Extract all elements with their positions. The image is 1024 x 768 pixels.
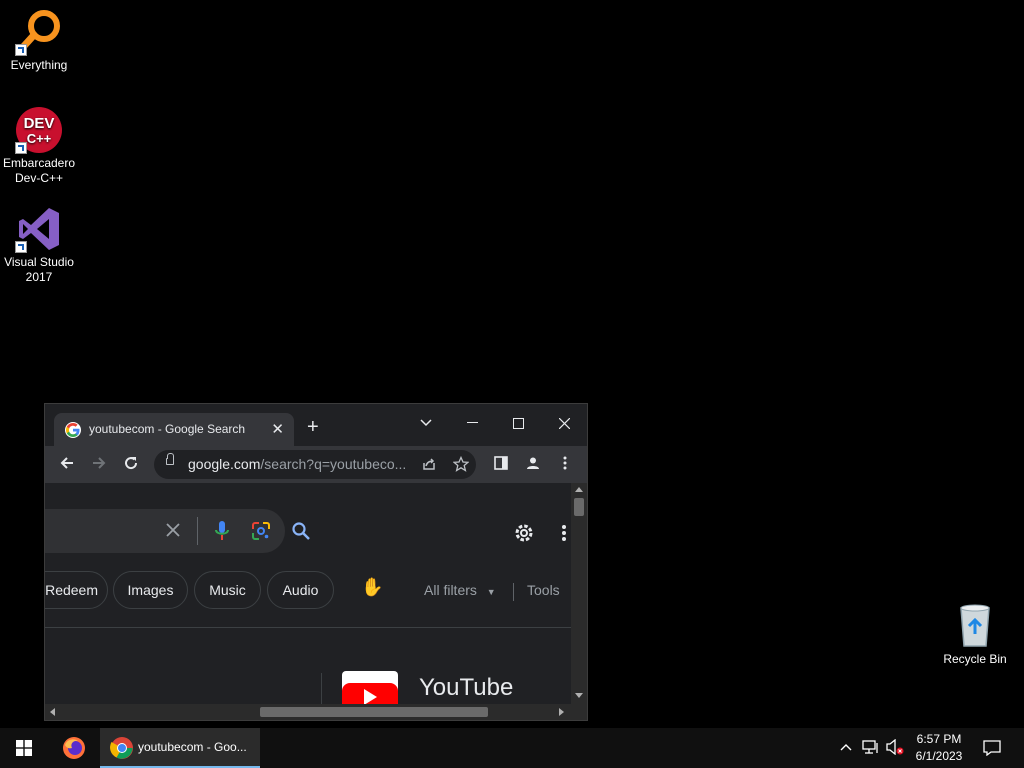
scroll-right-arrow-icon[interactable]: [559, 708, 564, 716]
network-icon[interactable]: [862, 739, 880, 758]
filter-separator: [513, 583, 514, 601]
svg-text:C++: C++: [27, 131, 52, 146]
tray-chevron-up-icon[interactable]: [840, 740, 852, 754]
svg-text:DEV: DEV: [24, 115, 55, 132]
side-panel-icon[interactable]: [493, 455, 509, 476]
action-center-icon[interactable]: [983, 740, 1001, 759]
browser-toolbar: google.com/search?q=youtubeco...: [45, 446, 587, 483]
chip-redeem[interactable]: Redeem: [45, 571, 108, 609]
shortcut-arrow-icon: [15, 142, 27, 154]
vertical-scrollbar[interactable]: [571, 483, 587, 704]
tab-strip: youtubecom - Google Search ✕ +: [45, 404, 587, 446]
chrome-icon: [110, 737, 133, 759]
shortcut-arrow-icon: [15, 44, 27, 56]
firefox-icon: [63, 737, 85, 759]
results-divider: [45, 627, 571, 628]
taskbar-firefox[interactable]: [52, 728, 96, 768]
chip-audio[interactable]: Audio: [267, 571, 334, 609]
url-path: /search?q=youtubeco...: [260, 456, 407, 472]
tab-search-chevron-icon[interactable]: [406, 408, 446, 438]
all-filters-button[interactable]: All filters ▼: [424, 582, 496, 598]
windows-logo-icon: [16, 740, 32, 756]
horizontal-scrollbar[interactable]: [45, 704, 571, 720]
chip-label: Redeem: [45, 582, 98, 598]
everything-icon: [15, 8, 63, 56]
chip-images[interactable]: Images: [113, 571, 188, 609]
recycle-bin-icon: [951, 602, 999, 650]
address-bar[interactable]: google.com/search?q=youtubeco...: [154, 450, 476, 479]
chip-label: Audio: [282, 582, 319, 598]
browser-tab[interactable]: youtubecom - Google Search ✕: [54, 413, 294, 446]
search-divider: [197, 517, 198, 545]
reload-icon[interactable]: [123, 455, 139, 476]
hand-cursor-icon: ✋: [361, 577, 384, 597]
start-button[interactable]: [0, 728, 48, 768]
desktop-icon-visual-studio[interactable]: Visual Studio 2017: [0, 205, 78, 285]
horizontal-scroll-thumb[interactable]: [260, 707, 488, 717]
visual-studio-icon: [15, 205, 63, 253]
google-favicon-icon: [65, 422, 81, 438]
minimize-button[interactable]: [452, 408, 492, 438]
taskbar-chrome-label: youtubecom - Goo...: [138, 740, 247, 754]
taskbar-chrome[interactable]: youtubecom - Goo...: [100, 728, 260, 768]
desktop-icon-label: Everything: [10, 58, 68, 72]
volume-muted-icon[interactable]: [886, 738, 904, 758]
devcpp-icon: DEV C++: [15, 106, 63, 154]
tab-title: youtubecom - Google Search: [89, 422, 246, 436]
clock-date: 6/1/2023: [915, 749, 963, 763]
desktop-icon-recycle-bin[interactable]: Recycle Bin: [936, 602, 1014, 667]
clock-time: 6:57 PM: [916, 732, 962, 746]
profile-icon[interactable]: [525, 455, 541, 476]
desktop-icon-everything[interactable]: Everything: [0, 8, 78, 73]
scrollbar-corner: [571, 704, 587, 720]
all-filters-label: All filters: [424, 582, 477, 598]
new-tab-button[interactable]: +: [307, 417, 319, 437]
desktop-icon-label-line2: 2017: [25, 270, 53, 284]
shortcut-arrow-icon: [15, 241, 27, 253]
settings-gear-icon[interactable]: [513, 522, 535, 549]
lock-icon: [166, 453, 174, 465]
forward-arrow-icon[interactable]: [91, 455, 107, 476]
page-content: Redeem Images Music Audio ✋ All filters …: [45, 483, 571, 704]
share-icon[interactable]: [421, 456, 437, 477]
chip-label: Music: [209, 582, 246, 598]
search-icon[interactable]: [291, 521, 311, 546]
tools-button[interactable]: Tools: [527, 582, 560, 598]
clear-search-icon[interactable]: [165, 522, 181, 543]
close-window-button[interactable]: [544, 408, 584, 438]
browser-window: youtubecom - Google Search ✕ + google.co…: [44, 403, 588, 721]
result-divider-vertical: [321, 673, 322, 704]
result-title[interactable]: YouTube: [419, 674, 513, 702]
desktop-icon-label-line1: Embarcadero: [2, 156, 76, 170]
address-url: google.com/search?q=youtubeco...: [188, 456, 406, 472]
chip-music[interactable]: Music: [194, 571, 261, 609]
google-lens-icon[interactable]: [251, 521, 271, 546]
scroll-left-arrow-icon[interactable]: [50, 708, 55, 716]
bookmark-star-icon[interactable]: [452, 455, 470, 477]
youtube-logo-icon: [342, 671, 398, 704]
tab-close-icon[interactable]: ✕: [271, 420, 284, 438]
desktop-icon-label-line1: Visual Studio: [4, 255, 74, 269]
search-box[interactable]: [45, 509, 310, 553]
clock[interactable]: 6:57 PM 6/1/2023: [908, 731, 970, 765]
back-arrow-icon[interactable]: [59, 455, 75, 476]
menu-kebab-icon[interactable]: [557, 455, 573, 476]
desktop-icon-devcpp[interactable]: DEV C++ Embarcadero Dev-C++: [0, 106, 78, 186]
taskbar: youtubecom - Goo... 6:57 PM 6/1/2023: [0, 728, 1024, 768]
apps-grid-icon[interactable]: [561, 524, 571, 547]
desktop-icon-label: Recycle Bin: [943, 652, 1007, 666]
maximize-button[interactable]: [498, 408, 538, 438]
scroll-down-arrow-icon[interactable]: [575, 693, 583, 698]
url-domain: google.com: [188, 456, 261, 472]
vertical-scroll-thumb[interactable]: [574, 498, 584, 516]
chip-label: Images: [127, 582, 174, 598]
microphone-icon[interactable]: [213, 520, 231, 547]
dropdown-arrow-icon: ▼: [486, 587, 496, 597]
desktop-icon-label-line2: Dev-C++: [14, 171, 64, 185]
scroll-up-arrow-icon[interactable]: [575, 487, 583, 492]
